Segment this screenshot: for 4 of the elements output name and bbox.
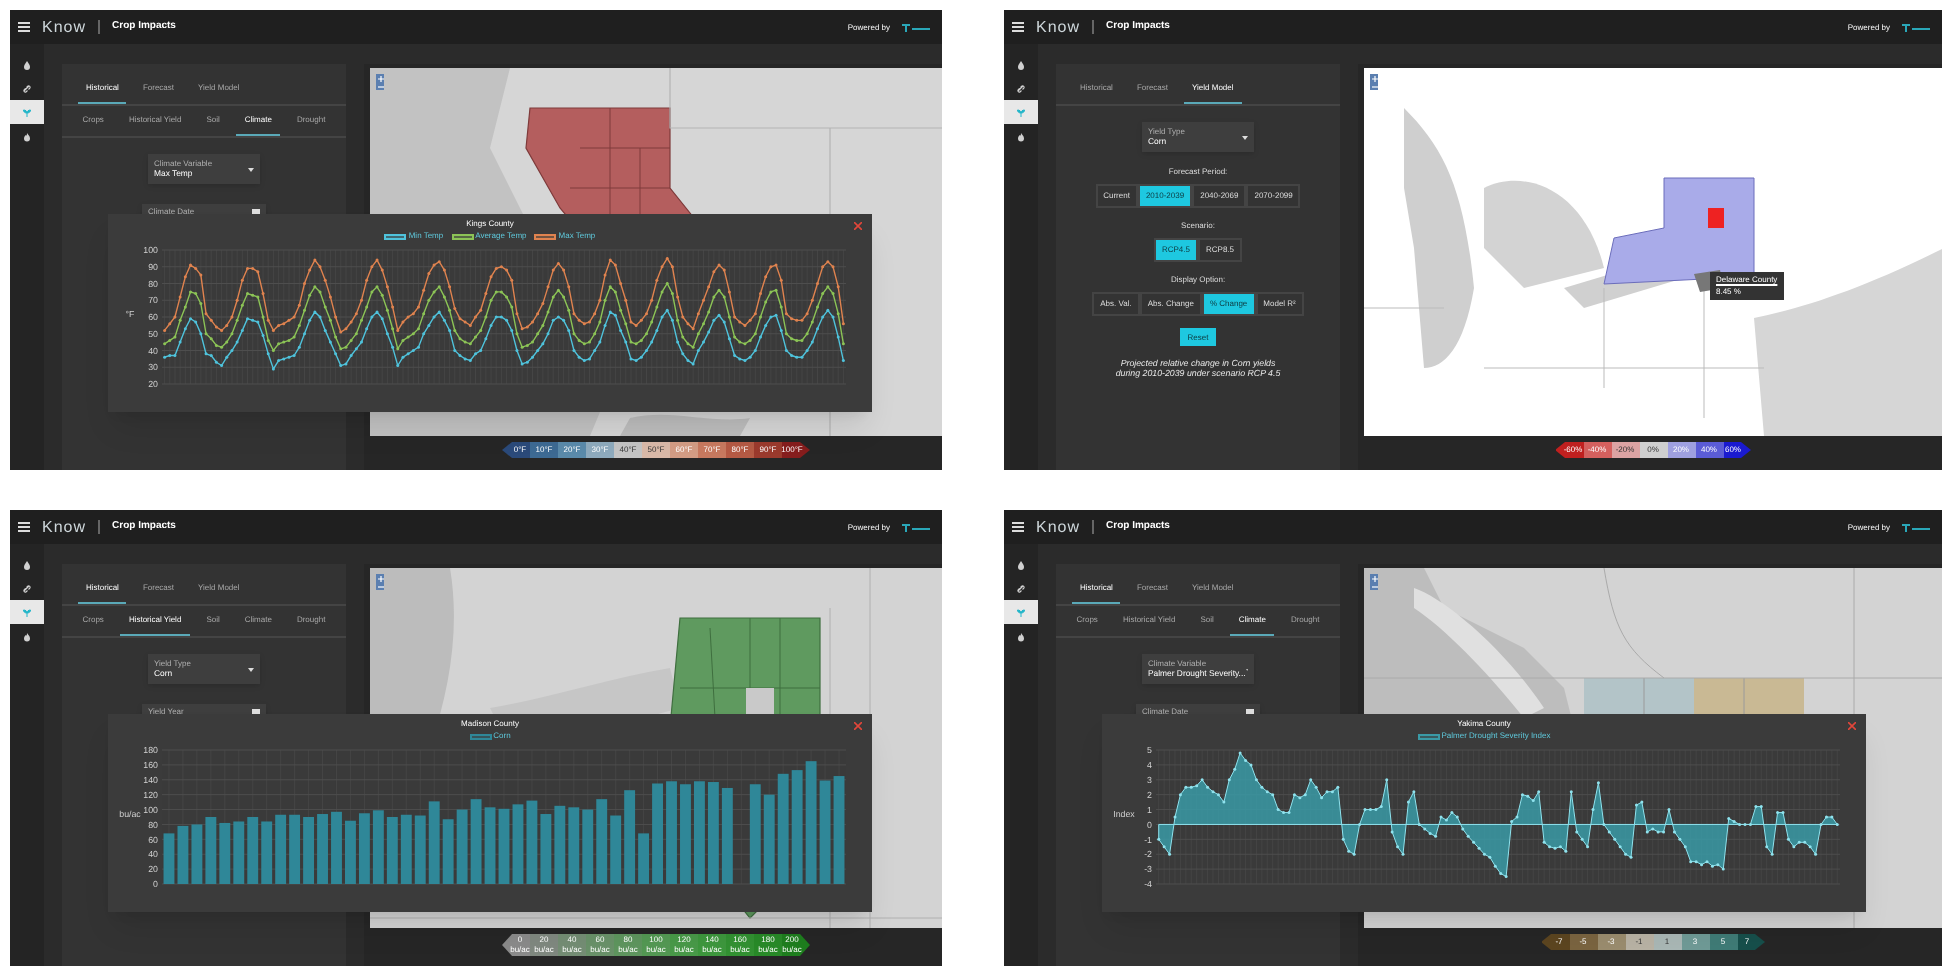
app-logo: Know (1036, 19, 1081, 35)
app-logo: Know (42, 19, 87, 35)
app-logo: Know (42, 519, 87, 535)
app-logo: Know (1036, 519, 1081, 535)
